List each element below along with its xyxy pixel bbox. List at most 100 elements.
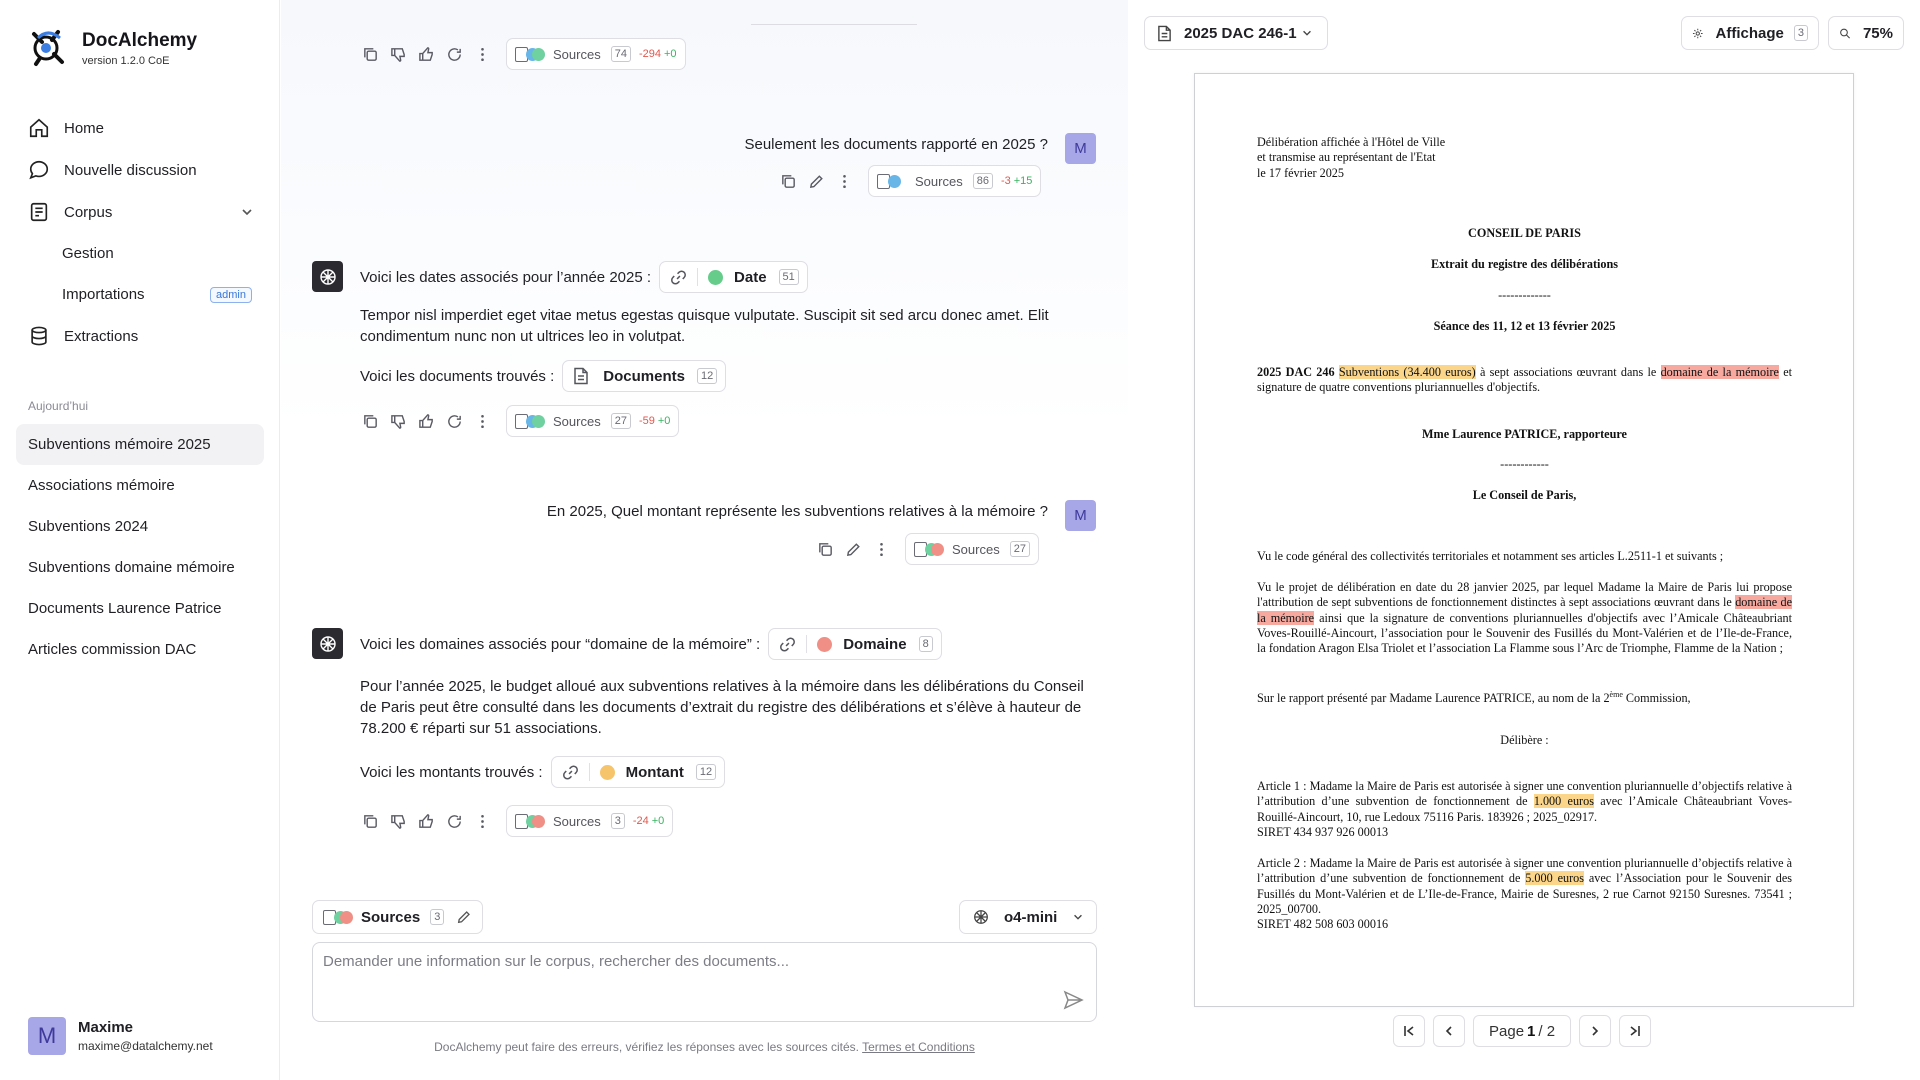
thumbs-up-icon[interactable]	[416, 811, 436, 831]
history-item[interactable]: Associations mémoire	[16, 465, 264, 506]
user-profile[interactable]: M Maxime maxime@datalchemy.net	[28, 1017, 213, 1055]
assistant-intro: Voici les domaines associés pour “domain…	[360, 635, 761, 653]
message-actions: Sources 27 -59 +0	[360, 405, 680, 437]
sources-chip[interactable]: Sources 74 -294 +0	[506, 38, 686, 70]
link-icon	[562, 764, 578, 780]
more-vertical-icon[interactable]	[472, 411, 492, 431]
chevron-left-icon	[1445, 1026, 1452, 1036]
highlight-montant[interactable]: 1.000 euros	[1533, 794, 1594, 809]
page-indicator: Page 1 / 2	[1473, 1015, 1572, 1047]
more-vertical-icon[interactable]	[871, 539, 891, 559]
display-settings-button[interactable]: Affichage 3	[1681, 16, 1819, 50]
tag-chip-domaine[interactable]: Domaine 8	[768, 628, 942, 660]
zoom-button[interactable]: 75%	[1828, 16, 1904, 50]
page-delibere: Délibère :	[1500, 733, 1549, 747]
sources-chip[interactable]: Sources 3 -24 +0	[506, 805, 674, 837]
nav-importations-label: Importations	[62, 286, 145, 303]
page-header: Délibération affichée à l'Hôtel de Ville…	[1257, 135, 1792, 181]
terms-link[interactable]: Termes et Conditions	[862, 1040, 975, 1054]
page-article-2: Article 2 : Madame la Maire de Paris est…	[1257, 856, 1792, 932]
sources-removed: -3	[1000, 175, 1011, 187]
last-page-button[interactable]	[1619, 1015, 1652, 1047]
chat-input[interactable]	[323, 953, 1063, 1009]
more-vertical-icon[interactable]	[472, 811, 492, 831]
sources-chip[interactable]: Sources 27	[905, 533, 1039, 565]
history-item[interactable]: Subventions mémoire 2025	[16, 424, 264, 465]
sources-label: Sources	[553, 413, 601, 429]
chevrons-first-icon	[1404, 1026, 1414, 1036]
page-header-line: Délibération affichée à l'Hôtel de Ville	[1257, 135, 1446, 149]
page-text: SIRET 434 937 926 00013	[1257, 824, 1389, 839]
composer-sources-count: 3	[430, 909, 445, 925]
page-vu2: Vu le projet de délibération en date du …	[1257, 580, 1792, 656]
document-icon	[574, 367, 589, 385]
edit-icon[interactable]	[806, 171, 826, 191]
send-icon[interactable]	[1062, 989, 1084, 1011]
sources-chip[interactable]: Sources 86 -3 +15	[868, 165, 1042, 197]
refresh-icon[interactable]	[444, 44, 464, 64]
refresh-icon[interactable]	[444, 811, 464, 831]
chevron-down-icon[interactable]	[240, 205, 254, 219]
composer-sources-button[interactable]: Sources 3	[312, 900, 484, 934]
copy-icon[interactable]	[360, 44, 380, 64]
edit-icon[interactable]	[843, 539, 863, 559]
copy-icon[interactable]	[778, 171, 798, 191]
page-dac-title: 2025 DAC 246 Subventions (34.400 euros) …	[1257, 365, 1792, 396]
highlight-domaine[interactable]: domaine de la mémoire	[1660, 365, 1779, 379]
history-item[interactable]: Subventions 2024	[16, 506, 264, 547]
tag-label: Date	[734, 268, 767, 286]
sources-chip[interactable]: Sources 27 -59 +0	[506, 405, 680, 437]
page-title: CONSEIL DE PARIS	[1468, 226, 1581, 240]
copy-icon[interactable]	[360, 411, 380, 431]
nav-gestion[interactable]: Gestion	[16, 233, 264, 274]
more-vertical-icon[interactable]	[472, 44, 492, 64]
prev-page-button[interactable]	[1433, 1015, 1465, 1047]
tag-chip-montant[interactable]: Montant 12	[550, 756, 726, 788]
thumbs-up-icon[interactable]	[416, 44, 436, 64]
assistant-avatar-icon	[312, 261, 343, 292]
history-item[interactable]: Subventions domaine mémoire	[16, 547, 264, 588]
highlight-montant[interactable]: 5.000 euros	[1525, 871, 1584, 886]
document-icon	[1158, 25, 1171, 41]
next-page-button[interactable]	[1579, 1015, 1612, 1047]
refresh-icon[interactable]	[444, 411, 464, 431]
nav-corpus[interactable]: Corpus	[16, 191, 264, 233]
thumbs-down-icon[interactable]	[388, 411, 408, 431]
history-item[interactable]: Articles commission DAC	[16, 629, 264, 670]
copy-icon[interactable]	[815, 539, 835, 559]
brand-name: DocAlchemy	[82, 29, 198, 51]
composer	[312, 942, 1097, 1022]
documents-chip[interactable]: Documents 12	[562, 360, 727, 392]
highlight-montant[interactable]: Subventions (34.400 euros)	[1338, 365, 1476, 379]
search-icon	[1840, 28, 1851, 39]
edit-icon[interactable]	[456, 909, 472, 925]
more-vertical-icon[interactable]	[834, 171, 854, 191]
display-count: 3	[1793, 25, 1808, 41]
sources-icon	[323, 909, 353, 925]
tag-chip-date[interactable]: Date 51	[659, 261, 808, 293]
page-text: ème	[1609, 690, 1623, 699]
nav-importations[interactable]: Importations admin	[16, 274, 264, 315]
sources-label: Sources	[952, 541, 1000, 557]
nav-home[interactable]: Home	[16, 107, 264, 149]
document-selector[interactable]: 2025 DAC 246-1	[1144, 16, 1328, 50]
nav-gestion-label: Gestion	[62, 245, 114, 262]
thumbs-up-icon[interactable]	[416, 411, 436, 431]
chevron-down-icon	[1074, 914, 1082, 920]
nav-new-chat[interactable]: Nouvelle discussion	[16, 149, 264, 191]
brand[interactable]: DocAlchemy version 1.2.0 CoE	[28, 26, 197, 70]
page-total: / 2	[1538, 1022, 1556, 1040]
nav-extractions[interactable]: Extractions	[16, 315, 264, 357]
thumbs-down-icon[interactable]	[388, 44, 408, 64]
history-item[interactable]: Documents Laurence Patrice	[16, 588, 264, 629]
database-icon	[31, 326, 47, 346]
message-actions: Sources 3 -24 +0	[360, 805, 674, 837]
document-name: 2025 DAC 246-1	[1184, 24, 1297, 42]
copy-icon[interactable]	[360, 811, 380, 831]
user-message: En 2025, Quel montant représente les sub…	[546, 503, 1048, 520]
first-page-button[interactable]	[1393, 1015, 1425, 1047]
model-selector[interactable]: o4-mini	[959, 900, 1097, 934]
page-vu1: Vu le code général des collectivités ter…	[1257, 549, 1724, 563]
thumbs-down-icon[interactable]	[388, 811, 408, 831]
chat-panel: Sources 74 -294 +0 Seulement les documen…	[281, 0, 1128, 1080]
